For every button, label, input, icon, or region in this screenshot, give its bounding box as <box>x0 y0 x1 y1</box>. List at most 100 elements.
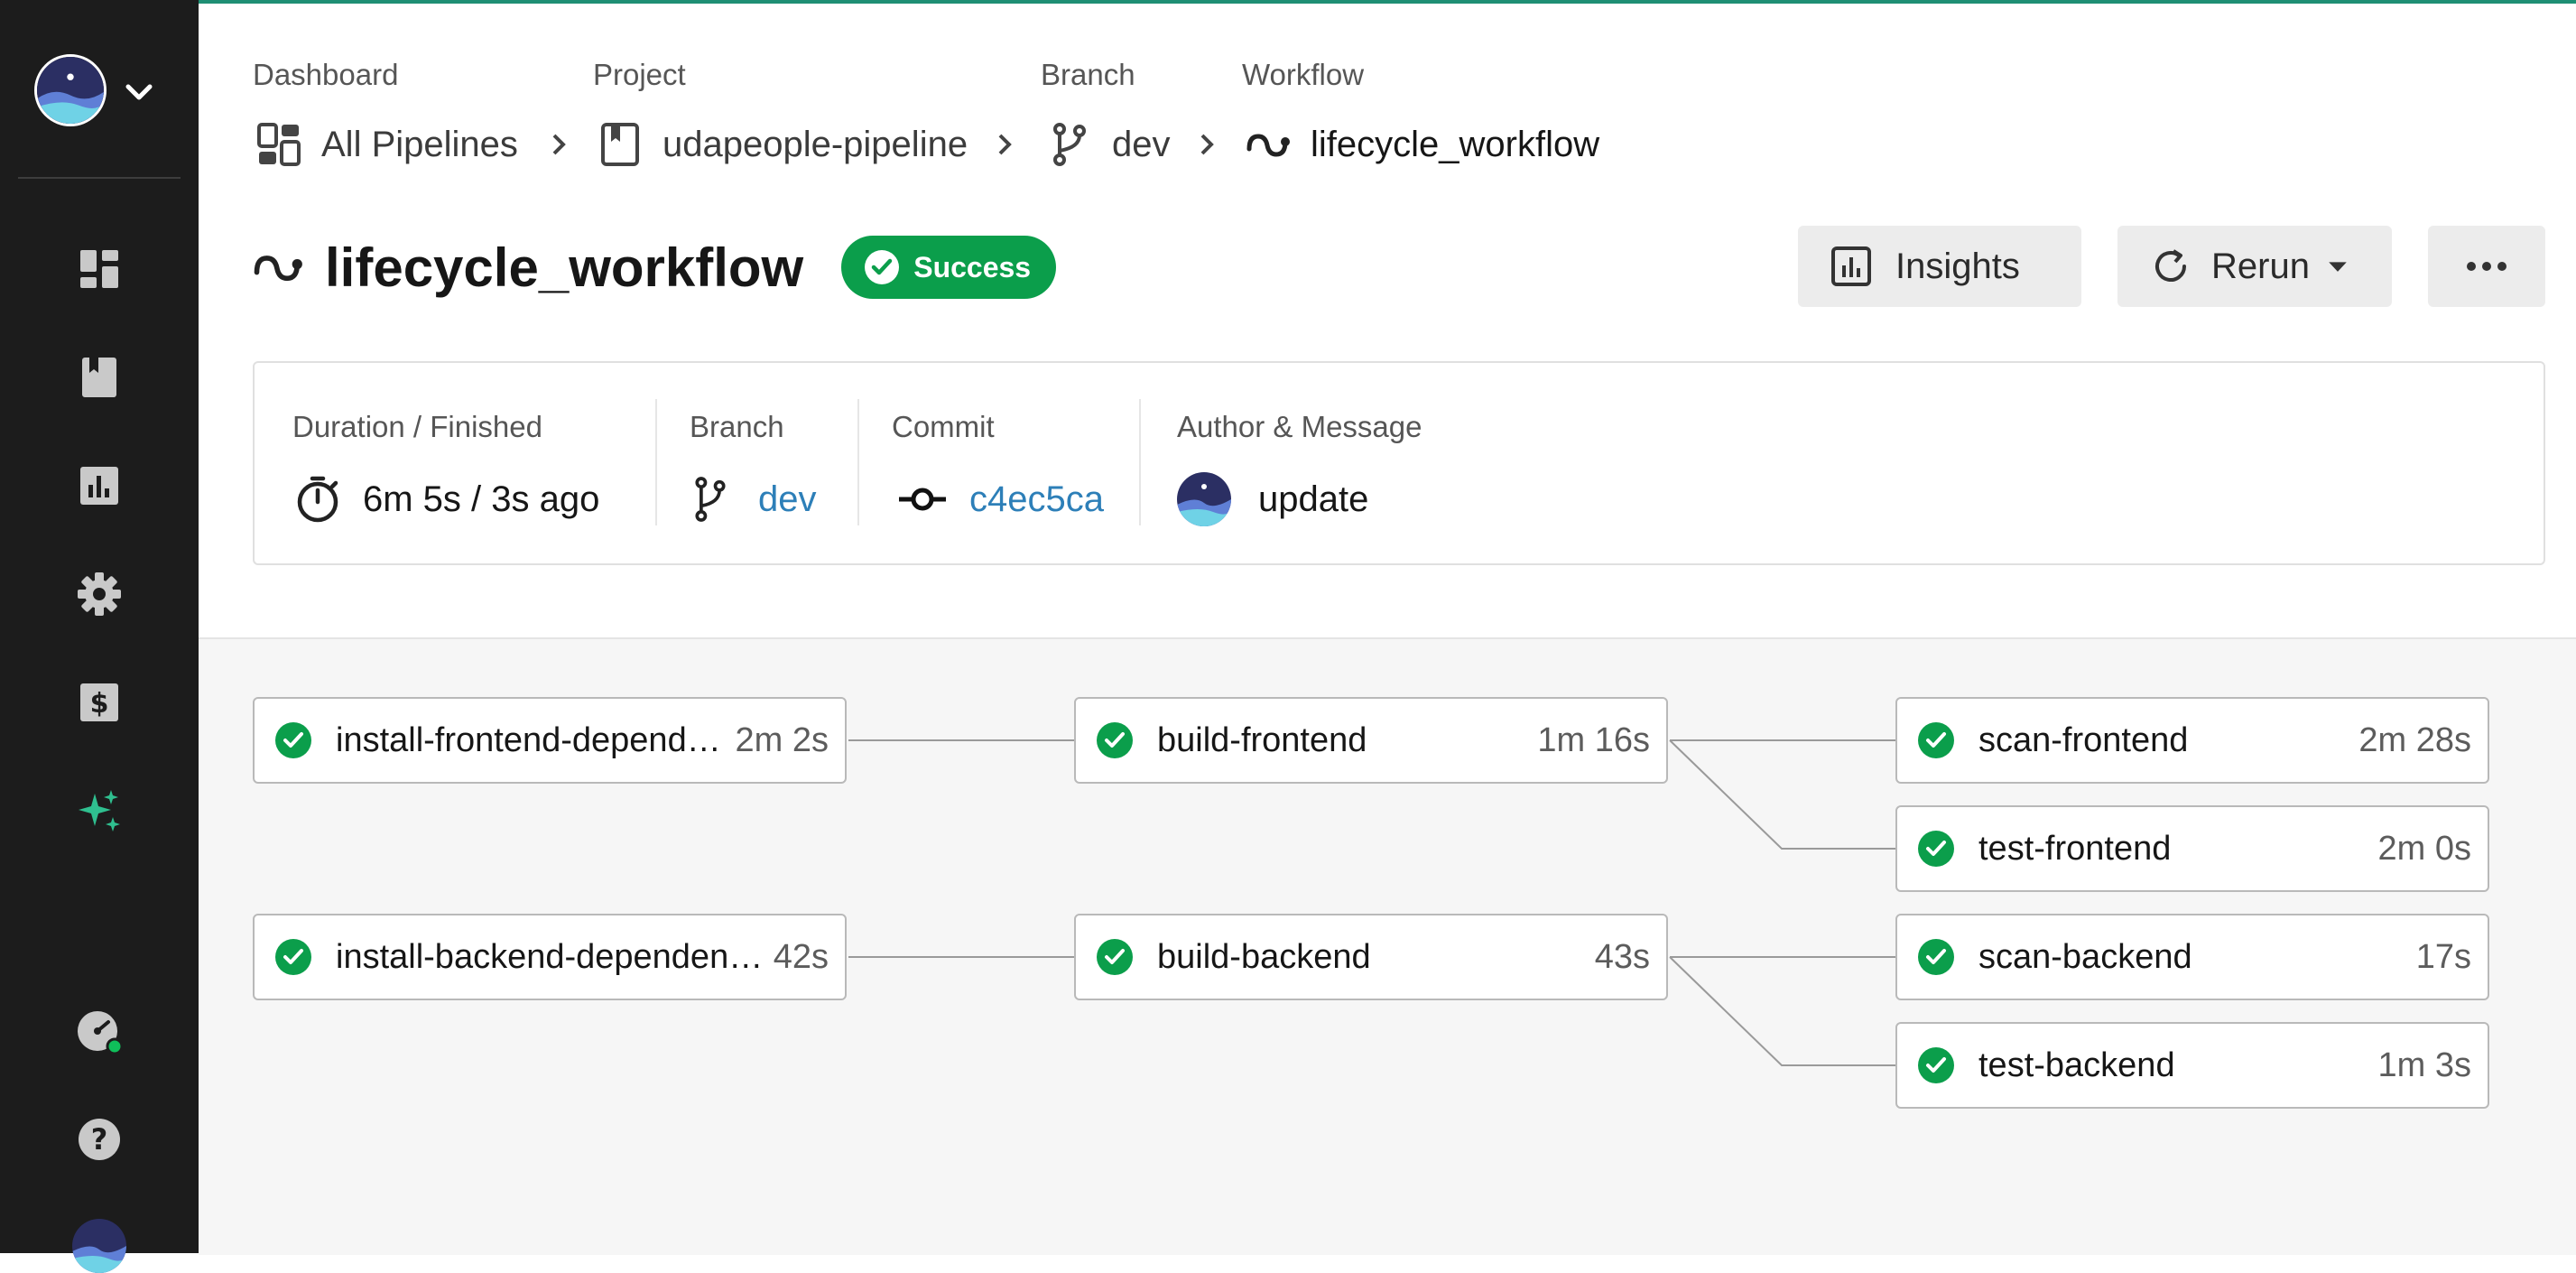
job-duration: 43s <box>1594 937 1650 976</box>
workflow-icon <box>1246 134 1290 157</box>
rerun-button-label: Rerun <box>2211 246 2310 286</box>
sidebar-item-settings[interactable] <box>72 567 126 621</box>
top-accent-line <box>0 0 2576 4</box>
settings-icon <box>78 572 121 616</box>
commit-message: update <box>1258 479 1369 519</box>
job-test-backend[interactable]: test-backend 1m 3s <box>1895 1022 2489 1109</box>
job-name: build-frontend <box>1157 720 1367 759</box>
success-check-icon <box>1918 831 1954 867</box>
crumb-project[interactable]: udapeople-pipeline <box>598 119 968 170</box>
insights-button-label: Insights <box>1895 246 2020 286</box>
sidebar-item-insights[interactable] <box>72 459 126 513</box>
status-badge: Success <box>841 236 1057 299</box>
commit-link[interactable]: c4ec5ca <box>969 479 1104 520</box>
org-avatar[interactable] <box>72 1219 126 1273</box>
success-check-icon <box>1918 939 1954 975</box>
job-install-frontend-dependencies[interactable]: install-frontend-dependencies 2m 2s <box>253 697 847 784</box>
sidebar-item-help[interactable]: ? <box>72 1112 126 1166</box>
success-check-icon <box>1918 1047 1954 1083</box>
info-divider <box>655 399 657 525</box>
commit-icon <box>899 488 946 511</box>
chevron-right-icon <box>1200 134 1214 155</box>
chevron-down-icon[interactable] <box>121 74 157 110</box>
crumb-workflow[interactable]: lifecycle_workflow <box>1246 119 1599 170</box>
refresh-icon <box>2155 249 2186 282</box>
sidebar-item-dashboard[interactable] <box>72 242 126 296</box>
more-options-button[interactable] <box>2428 226 2545 307</box>
workflow-icon <box>254 256 302 282</box>
user-avatar[interactable] <box>34 54 107 126</box>
commit-label: Commit <box>892 410 995 443</box>
sidebar-item-projects[interactable] <box>72 350 126 404</box>
job-build-frontend[interactable]: build-frontend 1m 16s <box>1074 697 1668 784</box>
crumb-label-dashboard: Dashboard <box>253 58 399 91</box>
crumb-branch[interactable]: dev <box>1047 119 1171 170</box>
insights-button[interactable]: Insights <box>1798 226 2081 307</box>
insights-icon <box>1831 246 1871 286</box>
crumb-all-pipelines[interactable]: All Pipelines <box>256 119 518 170</box>
branch-link[interactable]: dev <box>758 479 817 520</box>
branch-label: Branch <box>690 410 784 443</box>
duration-text: 6m 5s / 3s ago <box>363 479 600 519</box>
sidebar-item-status[interactable] <box>72 1004 126 1058</box>
status-badge-label: Success <box>913 250 1032 283</box>
workflow-info-card: Duration / Finished 6m 5s / 3s ago Branc… <box>253 361 2545 565</box>
job-name: scan-frontend <box>1978 720 2189 759</box>
job-name: scan-backend <box>1978 937 2192 976</box>
job-name: test-frontend <box>1978 829 2172 868</box>
svg-text:?: ? <box>91 1122 108 1157</box>
project-icon <box>601 123 639 166</box>
crumb-project-label: udapeople-pipeline <box>663 124 968 164</box>
connector-line <box>1669 739 1895 850</box>
crumb-all-pipelines-label: All Pipelines <box>321 124 518 164</box>
success-check-icon <box>275 722 311 758</box>
chevron-right-icon <box>552 134 566 155</box>
branch-value[interactable]: dev <box>690 468 817 531</box>
job-scan-backend[interactable]: scan-backend 17s <box>1895 914 2489 1000</box>
job-duration: 2m 28s <box>2358 720 2471 759</box>
success-check-icon <box>1097 939 1133 975</box>
author-message: update <box>1177 468 1368 531</box>
job-duration: 1m 3s <box>2377 1045 2471 1084</box>
branch-icon <box>1053 123 1086 166</box>
page-title: lifecycle_workflow <box>325 237 804 298</box>
chevron-right-icon <box>998 134 1012 155</box>
job-name: test-backend <box>1978 1045 2175 1084</box>
job-test-frontend[interactable]: test-frontend 2m 0s <box>1895 805 2489 892</box>
ai-sparkle-icon <box>79 790 120 832</box>
crumb-label-workflow: Workflow <box>1242 58 1365 91</box>
rerun-button[interactable]: Rerun <box>2117 226 2392 307</box>
check-circle-icon <box>865 250 900 284</box>
duration-value: 6m 5s / 3s ago <box>292 468 599 531</box>
sidebar-item-plans[interactable]: $ <box>72 675 126 729</box>
sidebar-item-ai[interactable] <box>72 784 126 838</box>
job-build-backend[interactable]: build-backend 43s <box>1074 914 1668 1000</box>
commit-value[interactable]: c4ec5ca <box>897 468 1104 531</box>
duration-label: Duration / Finished <box>292 410 542 443</box>
pipeline-graph: install-frontend-dependencies 2m 2s buil… <box>199 637 2576 1255</box>
job-duration: 1m 16s <box>1537 720 1650 759</box>
success-check-icon <box>1097 722 1133 758</box>
job-name: build-backend <box>1157 937 1371 976</box>
job-scan-frontend[interactable]: scan-frontend 2m 28s <box>1895 697 2489 784</box>
status-icon <box>78 1011 124 1055</box>
success-check-icon <box>275 939 311 975</box>
sidebar: $ ? <box>0 0 199 1273</box>
job-install-backend-dependencies[interactable]: install-backend-dependencies 42s <box>253 914 847 1000</box>
crumb-branch-label: dev <box>1112 124 1171 164</box>
job-duration: 2m 0s <box>2377 829 2471 868</box>
crumb-label-project: Project <box>593 58 686 91</box>
job-name: install-frontend-dependencies <box>336 720 736 759</box>
dashboard-icon <box>80 250 118 288</box>
job-duration: 42s <box>773 937 829 976</box>
success-check-icon <box>1918 722 1954 758</box>
job-duration: 17s <box>2415 937 2471 976</box>
connector-line <box>1669 956 1895 1066</box>
info-divider <box>857 399 859 525</box>
projects-icon <box>82 358 116 397</box>
more-icon <box>2467 262 2507 271</box>
sidebar-divider <box>18 177 181 179</box>
author-avatar[interactable] <box>1177 472 1231 526</box>
caret-down-icon <box>2329 262 2347 272</box>
branch-icon <box>695 477 726 522</box>
